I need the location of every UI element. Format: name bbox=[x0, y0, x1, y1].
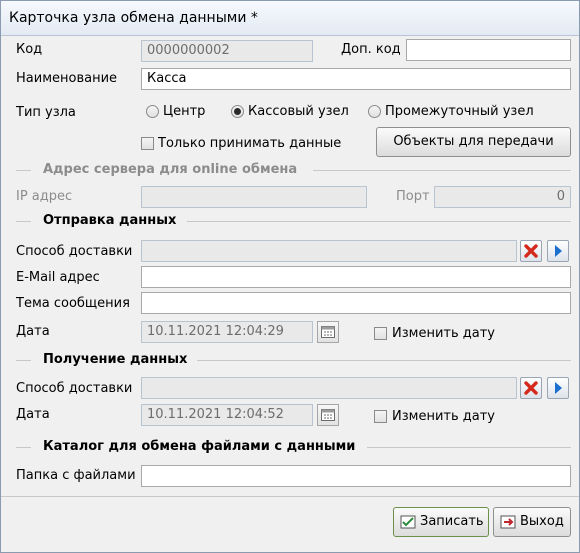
folder-field[interactable] bbox=[141, 465, 571, 487]
name-label: Наименование bbox=[16, 71, 118, 86]
save-button-label: Записать bbox=[420, 514, 484, 529]
send-separator-left bbox=[16, 221, 31, 222]
subject-label: Тема сообщения bbox=[16, 296, 130, 311]
email-field[interactable] bbox=[141, 266, 571, 288]
receive-date-label: Дата bbox=[16, 407, 50, 422]
port-label: Порт bbox=[396, 189, 430, 204]
online-section-title: Адрес сервера для online обмена bbox=[43, 162, 298, 177]
receive-only-checkbox[interactable]: Только принимать данные bbox=[141, 136, 341, 152]
radio-cash-node-circle bbox=[231, 105, 244, 118]
port-field[interactable]: 0 bbox=[434, 186, 571, 208]
folder-label: Папка с файлами bbox=[16, 468, 136, 483]
calendar-icon bbox=[321, 326, 335, 338]
exit-button-label: Выход bbox=[520, 514, 564, 529]
catalog-separator-left bbox=[16, 447, 31, 448]
clear-x-icon bbox=[524, 244, 538, 258]
radio-center-label: Центр bbox=[163, 104, 206, 119]
objects-to-transfer-button[interactable]: Объекты для передачи bbox=[376, 127, 571, 157]
save-icon bbox=[400, 515, 416, 529]
send-date-label: Дата bbox=[16, 324, 50, 339]
exit-button[interactable]: Выход bbox=[493, 507, 571, 537]
play-arrow-icon bbox=[555, 382, 562, 394]
send-section-title: Отправка данных bbox=[43, 213, 177, 228]
receive-delivery-label: Способ доставки bbox=[16, 381, 133, 396]
radio-center[interactable]: Центр bbox=[146, 104, 216, 121]
calendar-icon bbox=[321, 409, 335, 421]
extra-code-field[interactable] bbox=[406, 39, 571, 61]
send-separator-right bbox=[187, 221, 571, 222]
clear-x-icon bbox=[524, 381, 538, 395]
send-delivery-label: Способ доставки bbox=[16, 244, 133, 259]
send-change-date-label: Изменить дату bbox=[392, 326, 495, 341]
receive-only-box bbox=[141, 137, 154, 150]
window-title: Карточка узла обмена данными * bbox=[9, 10, 258, 26]
radio-intermediate-node[interactable]: Промежуточный узел bbox=[368, 104, 538, 121]
receive-separator-right bbox=[197, 360, 571, 361]
send-date-field[interactable]: 10.11.2021 12:04:29 bbox=[141, 321, 313, 343]
online-separator-left bbox=[16, 170, 31, 171]
extra-code-label: Доп. код bbox=[341, 42, 401, 57]
footer-separator bbox=[1, 496, 579, 497]
receive-section-title: Получение данных bbox=[43, 352, 188, 367]
receive-separator-left bbox=[16, 360, 31, 361]
online-separator-right bbox=[313, 170, 571, 171]
receive-change-date-label: Изменить дату bbox=[392, 409, 495, 424]
name-field[interactable]: Касса bbox=[141, 68, 571, 90]
receive-date-field[interactable]: 10.11.2021 12:04:52 bbox=[141, 404, 313, 426]
send-delivery-select-button[interactable] bbox=[547, 240, 569, 262]
exchange-node-window: Карточка узла обмена данными * Код 00000… bbox=[0, 0, 580, 553]
play-arrow-icon bbox=[555, 245, 562, 257]
receive-delivery-select-button[interactable] bbox=[547, 377, 569, 399]
receive-change-date-box bbox=[374, 410, 387, 423]
receive-date-calendar-button[interactable] bbox=[317, 404, 339, 426]
email-label: E-Mail адрес bbox=[16, 270, 100, 285]
radio-cash-node-label: Кассовый узел bbox=[248, 104, 349, 119]
exit-icon bbox=[500, 515, 516, 529]
send-delivery-field[interactable] bbox=[141, 240, 517, 262]
radio-intermediate-node-label: Промежуточный узел bbox=[385, 104, 534, 119]
receive-only-label: Только принимать данные bbox=[158, 136, 342, 151]
receive-delivery-field[interactable] bbox=[141, 377, 517, 399]
node-type-label: Тип узла bbox=[16, 105, 76, 120]
receive-delivery-clear-button[interactable] bbox=[520, 377, 542, 399]
ip-label: IP адрес bbox=[16, 189, 73, 204]
ip-field[interactable] bbox=[141, 186, 367, 208]
catalog-section-title: Каталог для обмена файлами с данными bbox=[43, 439, 356, 454]
code-field[interactable]: 0000000002 bbox=[141, 40, 313, 62]
radio-cash-node[interactable]: Кассовый узел bbox=[231, 104, 361, 121]
radio-intermediate-node-circle bbox=[368, 105, 381, 118]
radio-center-circle bbox=[146, 105, 159, 118]
receive-change-date-checkbox[interactable]: Изменить дату bbox=[374, 409, 504, 425]
subject-field[interactable] bbox=[141, 292, 571, 314]
send-change-date-checkbox[interactable]: Изменить дату bbox=[374, 326, 504, 342]
save-button[interactable]: Записать bbox=[393, 507, 489, 537]
send-delivery-clear-button[interactable] bbox=[520, 240, 542, 262]
send-change-date-box bbox=[374, 327, 387, 340]
send-date-calendar-button[interactable] bbox=[317, 321, 339, 343]
title-bar: Карточка узла обмена данными * bbox=[1, 1, 579, 36]
code-label: Код bbox=[16, 42, 43, 57]
catalog-separator-right bbox=[367, 447, 571, 448]
